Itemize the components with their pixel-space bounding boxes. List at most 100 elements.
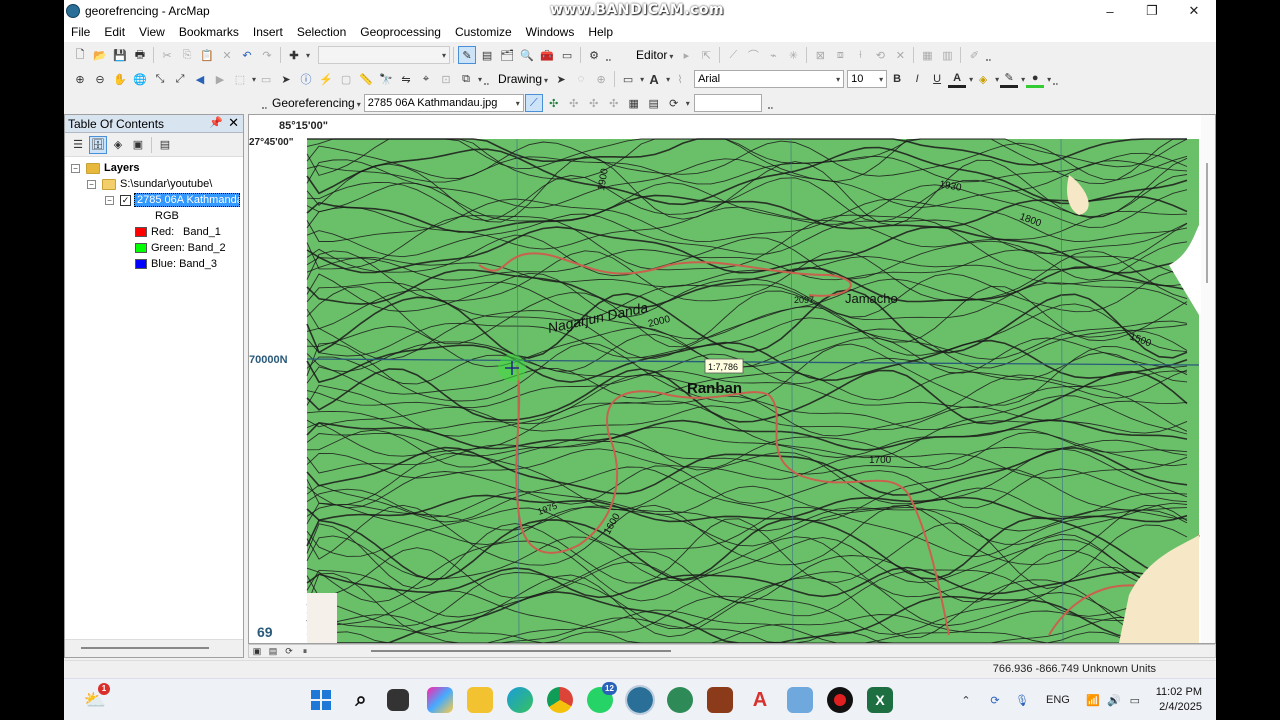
- arctoolbox-icon[interactable]: 🧰: [538, 46, 556, 64]
- chevron-down-icon[interactable]: ▾: [686, 99, 690, 108]
- wifi-icon[interactable]: 📶: [1084, 691, 1102, 709]
- full-extent-icon[interactable]: 🌐: [131, 70, 149, 88]
- save-icon[interactable]: 💾: [111, 46, 129, 64]
- measure-icon[interactable]: 📏: [357, 70, 375, 88]
- line-color-icon[interactable]: ✎: [1000, 70, 1019, 88]
- add-data-dropdown-icon[interactable]: ▾: [306, 51, 310, 60]
- list-by-source-icon[interactable]: 🗄: [89, 135, 107, 154]
- hyperlink-icon[interactable]: ⚡: [317, 70, 335, 88]
- battery-icon[interactable]: ▭: [1126, 691, 1144, 709]
- clear-selection-icon[interactable]: ▭: [257, 70, 275, 88]
- delete-icon[interactable]: ✕: [218, 46, 236, 64]
- forward-extent-icon[interactable]: ▶: [211, 70, 229, 88]
- identify-icon[interactable]: ⓘ: [297, 70, 315, 88]
- python-window-icon[interactable]: ▭: [558, 46, 576, 64]
- italic-button[interactable]: I: [908, 70, 926, 88]
- edit-annotation-icon[interactable]: ⇱: [697, 46, 715, 64]
- search-icon[interactable]: ⌕: [348, 687, 374, 713]
- georef-rotation-input[interactable]: [693, 94, 762, 112]
- chevron-down-icon[interactable]: ▾: [969, 75, 973, 84]
- add-control-points-icon[interactable]: ⟋: [524, 94, 543, 112]
- weather-widget-icon[interactable]: ⛅ 1: [82, 683, 110, 713]
- select-link-icon[interactable]: ✣: [545, 94, 563, 112]
- auto-adjust-icon[interactable]: ✣: [605, 94, 623, 112]
- create-features-icon[interactable]: ✐: [965, 46, 983, 64]
- chevron-down-icon[interactable]: ▾: [252, 75, 256, 84]
- open-icon[interactable]: 📂: [91, 46, 109, 64]
- snipping-tool-icon[interactable]: [787, 687, 813, 713]
- clock[interactable]: 11:02 PM 2/4/2025: [1156, 685, 1202, 715]
- list-by-visibility-icon[interactable]: ◈: [109, 136, 127, 154]
- pause-drawing-icon[interactable]: ⏸: [298, 645, 312, 657]
- toolbar-grip[interactable]: [986, 59, 992, 65]
- straight-segment-icon[interactable]: ⟋: [724, 46, 742, 64]
- map-view[interactable]: 85°15'00" 27°45'00" 70000N 69 Ranban Jam…: [248, 114, 1216, 644]
- rectangle-icon[interactable]: ▭: [619, 70, 637, 88]
- select-features-icon[interactable]: ⬚: [231, 70, 249, 88]
- close-panel-icon[interactable]: ✕: [228, 115, 239, 131]
- edit-tool-icon[interactable]: ▸: [677, 46, 695, 64]
- zoom-to-link-icon[interactable]: ✣: [565, 94, 583, 112]
- search-window-icon[interactable]: 🔍: [518, 46, 536, 64]
- chevron-down-icon[interactable]: ▾: [995, 75, 999, 84]
- sketch-properties-icon[interactable]: ▥: [938, 46, 956, 64]
- zoom-out-icon[interactable]: ⊖: [91, 70, 109, 88]
- editor-toolbar-icon[interactable]: ✎: [458, 46, 477, 64]
- refresh-view-icon[interactable]: ⟳: [282, 645, 296, 657]
- reshape-icon[interactable]: ⟊: [851, 46, 869, 64]
- sync-icon[interactable]: ⟳: [986, 691, 1004, 709]
- menu-bookmarks[interactable]: Bookmarks: [172, 25, 246, 39]
- menu-insert[interactable]: Insert: [246, 25, 290, 39]
- whatsapp-icon[interactable]: 12: [587, 682, 617, 713]
- chevron-down-icon[interactable]: ▾: [640, 75, 644, 84]
- select-elements-arrow-icon[interactable]: ➤: [552, 70, 570, 88]
- select-elements-icon[interactable]: ➤: [277, 70, 295, 88]
- scrollbar-thumb[interactable]: [1206, 163, 1208, 283]
- print-icon[interactable]: 🖶: [131, 46, 149, 64]
- html-popup-icon[interactable]: ▢: [337, 70, 355, 88]
- view-link-table-icon[interactable]: ▦: [625, 94, 643, 112]
- scrollbar-thumb[interactable]: [81, 647, 209, 649]
- catalog-icon[interactable]: 🗂: [498, 46, 516, 64]
- volume-icon[interactable]: 🔊: [1105, 691, 1123, 709]
- endpoint-arc-icon[interactable]: ⌒: [744, 46, 762, 64]
- fill-color-icon[interactable]: ◈: [974, 70, 992, 88]
- create-viewer-icon[interactable]: ⧉: [457, 70, 475, 88]
- model-builder-icon[interactable]: ⚙: [585, 46, 603, 64]
- edge-icon[interactable]: [507, 687, 533, 713]
- undo-icon[interactable]: ↶: [238, 46, 256, 64]
- menu-geoprocessing[interactable]: Geoprocessing: [353, 25, 448, 39]
- excel-icon[interactable]: X: [867, 687, 893, 713]
- scrollbar-thumb[interactable]: [371, 650, 671, 652]
- menu-view[interactable]: View: [132, 25, 172, 39]
- layout-view-icon[interactable]: ▤: [266, 645, 280, 657]
- bandicam-icon[interactable]: [827, 687, 853, 713]
- chevron-down-icon[interactable]: ▾: [478, 75, 482, 84]
- fixed-zoom-in-icon[interactable]: ⤡: [151, 70, 169, 88]
- goto-xy-icon[interactable]: ⌖: [417, 70, 435, 88]
- menu-file[interactable]: File: [64, 25, 97, 39]
- pan-icon[interactable]: ✋: [111, 70, 129, 88]
- chrome-icon[interactable]: [547, 687, 573, 713]
- cut-icon[interactable]: ✂: [158, 46, 176, 64]
- layer-visibility-checkbox[interactable]: ✓: [120, 194, 131, 206]
- menu-customize[interactable]: Customize: [448, 25, 519, 39]
- font-color-icon[interactable]: A: [948, 70, 967, 88]
- raster-layer-node[interactable]: − ✓ 2785 06A Kathmandau: [105, 192, 240, 208]
- toolbar-grip[interactable]: [767, 107, 773, 113]
- toolbar-grip[interactable]: [484, 83, 490, 89]
- arcmap-taskbar-icon[interactable]: [625, 685, 655, 715]
- attributes-icon[interactable]: ▦: [918, 46, 936, 64]
- table-of-contents-icon[interactable]: ▤: [478, 46, 496, 64]
- delete-vertex-icon[interactable]: ✕: [891, 46, 909, 64]
- map-horizontal-scrollbar[interactable]: ▣ ▤ ⟳ ⏸: [248, 644, 1216, 658]
- toc-horizontal-scrollbar[interactable]: [65, 639, 243, 657]
- rotate-element-icon[interactable]: ◌: [572, 70, 590, 88]
- menu-windows[interactable]: Windows: [519, 25, 582, 39]
- point-icon[interactable]: ✳: [784, 46, 802, 64]
- list-by-drawing-order-icon[interactable]: ☰: [69, 136, 87, 154]
- winrar-icon[interactable]: [707, 687, 733, 713]
- maximize-button[interactable]: ❐: [1132, 0, 1172, 22]
- arccatalog-icon[interactable]: [667, 687, 693, 713]
- split-tool-icon[interactable]: ⊠: [811, 46, 829, 64]
